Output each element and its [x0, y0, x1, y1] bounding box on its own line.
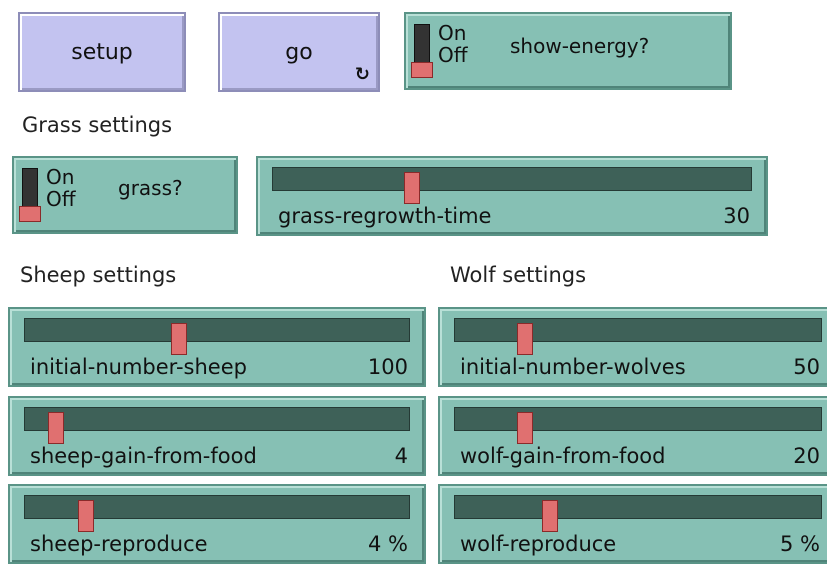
switch-onoff-labels: On Off — [438, 22, 468, 66]
initial-number-wolves-slider[interactable]: initial-number-wolves 50 — [438, 307, 827, 387]
slider-value: 50 — [793, 355, 820, 379]
forever-icon: ↻ — [354, 64, 370, 85]
grass-switch-label: grass? — [118, 176, 183, 200]
grass-settings-heading: Grass settings — [22, 113, 173, 137]
sheep-reproduce-slider[interactable]: sheep-reproduce 4 % — [8, 484, 426, 564]
slider-track[interactable] — [454, 318, 822, 355]
switch-on-label: On — [46, 165, 75, 189]
setup-button[interactable]: setup — [18, 12, 186, 92]
slider-thumb[interactable] — [403, 172, 420, 204]
slider-value: 20 — [793, 444, 820, 468]
wolf-settings-heading: Wolf settings — [450, 263, 587, 287]
slider-name: sheep-reproduce — [30, 532, 208, 556]
slider-name: initial-number-sheep — [30, 355, 247, 379]
slider-track[interactable] — [454, 495, 822, 532]
slider-name: sheep-gain-from-food — [30, 444, 257, 468]
slider-track[interactable] — [24, 407, 410, 444]
sheep-settings-heading: Sheep settings — [20, 263, 177, 287]
wolf-reproduce-slider[interactable]: wolf-reproduce 5 % — [438, 484, 827, 564]
slider-thumb[interactable] — [78, 500, 95, 532]
slider-thumb[interactable] — [47, 412, 64, 444]
slider-track[interactable] — [454, 407, 822, 444]
slider-track[interactable] — [24, 318, 410, 355]
go-button-label: go — [285, 39, 313, 65]
slider-thumb[interactable] — [170, 323, 187, 355]
slider-thumb[interactable] — [516, 412, 533, 444]
slider-value: 100 — [367, 355, 408, 379]
setup-button-label: setup — [71, 39, 133, 65]
grass-regrowth-time-slider[interactable]: grass-regrowth-time 30 — [256, 156, 768, 236]
switch-onoff-labels: On Off — [46, 166, 76, 210]
switch-on-label: On — [438, 21, 467, 45]
slider-name: wolf-gain-from-food — [460, 444, 666, 468]
slider-value: 30 — [723, 204, 750, 228]
switch-knob — [19, 206, 41, 222]
grass-switch[interactable]: On Off grass? — [12, 156, 238, 234]
slider-track[interactable] — [272, 167, 752, 204]
show-energy-switch[interactable]: On Off show-energy? — [404, 12, 732, 90]
slider-thumb[interactable] — [516, 323, 533, 355]
switch-off-label: Off — [46, 187, 76, 211]
slider-track[interactable] — [24, 495, 410, 532]
initial-number-sheep-slider[interactable]: initial-number-sheep 100 — [8, 307, 426, 387]
switch-off-label: Off — [438, 43, 468, 67]
sheep-gain-from-food-slider[interactable]: sheep-gain-from-food 4 — [8, 396, 426, 476]
slider-value: 4 — [394, 444, 408, 468]
slider-value: 5 % — [780, 532, 820, 556]
show-energy-label: show-energy? — [510, 34, 650, 58]
go-button[interactable]: go ↻ — [218, 12, 380, 92]
slider-name: grass-regrowth-time — [278, 204, 492, 228]
slider-name: wolf-reproduce — [460, 532, 617, 556]
wolf-gain-from-food-slider[interactable]: wolf-gain-from-food 20 — [438, 396, 827, 476]
slider-thumb[interactable] — [542, 500, 559, 532]
slider-name: initial-number-wolves — [460, 355, 686, 379]
switch-knob — [411, 62, 433, 78]
slider-value: 4 % — [368, 532, 408, 556]
